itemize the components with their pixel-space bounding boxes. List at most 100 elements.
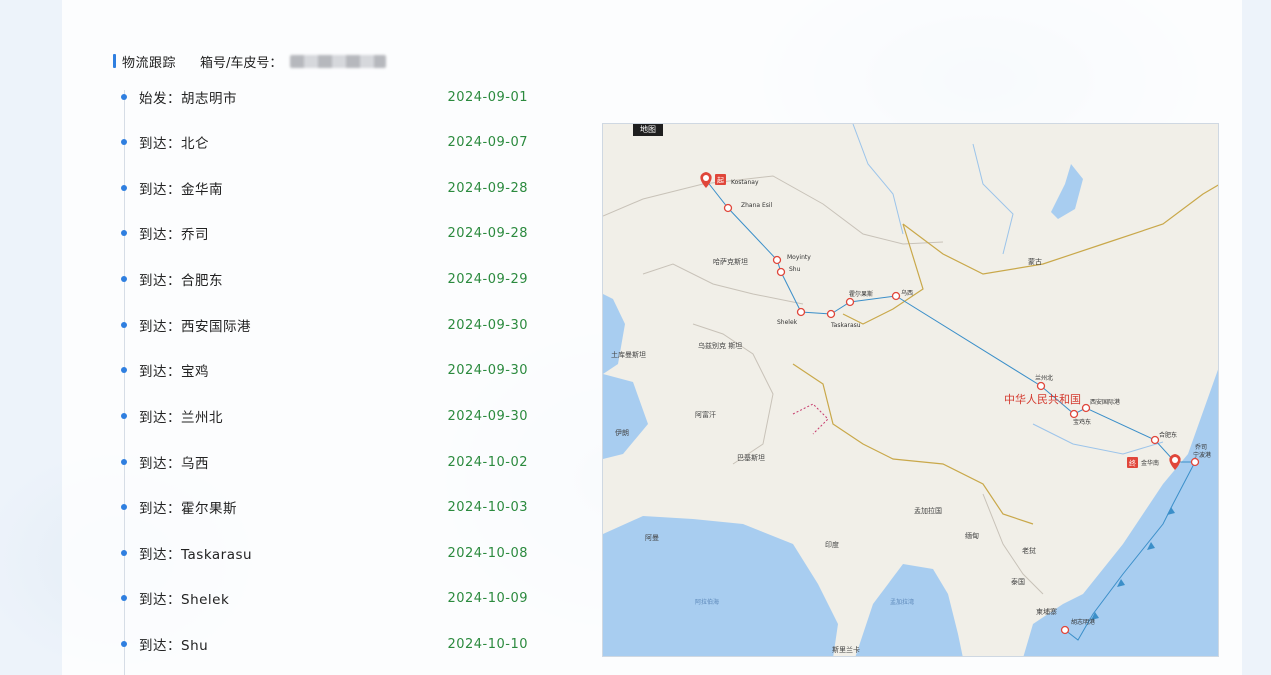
station-hefei[interactable] (1150, 435, 1160, 445)
label-iran: 伊朗 (615, 428, 629, 437)
label-bangladesh: 孟加拉国 (914, 506, 942, 515)
label-lanzhou: 兰州北 (1035, 374, 1053, 382)
label-thailand: 泰国 (1011, 577, 1025, 586)
timeline-date: 2024-09-07 (447, 134, 528, 150)
label-oman: 阿曼 (645, 533, 659, 542)
route-map-svg: 起 终 Kostanay Zhana Esil Moyinty Shu Shel… (603, 124, 1218, 656)
timeline-dot (121, 139, 127, 145)
header-accent-bar (113, 54, 116, 68)
timeline-date: 2024-09-30 (447, 408, 528, 424)
label-myanmar: 缅甸 (965, 531, 979, 540)
timeline-date: 2024-10-03 (447, 499, 528, 515)
timeline-date: 2024-10-09 (447, 590, 528, 606)
timeline-label: 到达：合肥东 (139, 273, 223, 289)
label-wuxi: 乌西 (901, 289, 913, 297)
timeline-dot (121, 413, 127, 419)
tracking-header: 物流跟踪 箱号/车皮号： (113, 51, 387, 71)
timeline-label: 到达：金华南 (139, 182, 223, 198)
timeline-dot (121, 504, 127, 510)
timeline-dot (121, 367, 127, 373)
timeline-label: 始发：胡志明市 (139, 91, 237, 107)
origin-tag: 起 (717, 177, 724, 185)
pin-dot (703, 175, 709, 181)
station-shu[interactable] (776, 267, 786, 277)
station-zhana-esil[interactable] (723, 203, 733, 213)
timeline-date: 2024-10-02 (447, 454, 528, 470)
timeline-label: 到达：北仑 (139, 136, 209, 152)
label-qiaosi: 乔司 (1195, 444, 1207, 451)
timeline-date: 2024-09-01 (447, 89, 528, 105)
timeline-label: 到达：乌西 (139, 456, 209, 472)
timeline-date: 2024-09-28 (447, 180, 528, 196)
label-hefei: 合肥东 (1159, 431, 1177, 439)
dest-tag: 终 (1129, 459, 1136, 468)
station-shelek[interactable] (796, 307, 806, 317)
label-bay-of-bengal: 孟加拉湾 (890, 598, 914, 606)
label-pakistan: 巴基斯坦 (737, 453, 765, 462)
timeline-label: 到达：Shu (139, 638, 209, 654)
timeline-label: 到达：兰州北 (139, 410, 223, 426)
timeline-label: 到达：Taskarasu (139, 547, 253, 563)
label-srilanka: 斯里兰卡 (832, 645, 860, 654)
label-mongolia: 蒙古 (1028, 257, 1042, 266)
label-afghanistan: 阿富汗 (695, 410, 716, 419)
station-baoji[interactable] (1069, 409, 1079, 419)
station-taskarasu[interactable] (826, 309, 836, 319)
timeline-dot (121, 185, 127, 191)
timeline-date: 2024-10-10 (447, 636, 528, 652)
label-shu: Shu (789, 266, 801, 273)
timeline-dot (121, 276, 127, 282)
timeline-item: 到达：乌西 2024-10-02 (113, 451, 533, 473)
timeline-dot (121, 322, 127, 328)
station-wuxi[interactable] (891, 291, 901, 301)
label-ningbo: 宁波港 (1193, 451, 1211, 459)
timeline-dot (121, 550, 127, 556)
label-hcm: 胡志明港 (1071, 618, 1095, 626)
timeline-item: 到达：霍尔果斯 2024-10-03 (113, 496, 533, 518)
station-moyinty[interactable] (772, 255, 782, 265)
timeline-item: 到达：合肥东 2024-09-29 (113, 268, 533, 290)
box-number-label: 箱号/车皮号： (200, 55, 283, 71)
timeline-label: 到达：乔司 (139, 227, 209, 243)
label-arabian-sea: 阿拉伯海 (695, 598, 719, 606)
label-cambodia: 柬埔寨 (1036, 607, 1057, 616)
timeline-item: 到达：Taskarasu 2024-10-08 (113, 542, 533, 564)
station-hcm[interactable] (1060, 625, 1070, 635)
station-xian[interactable] (1081, 403, 1091, 413)
label-taskarasu: Taskarasu (830, 322, 861, 329)
station-qiaosi[interactable] (1190, 457, 1200, 467)
label-baoji: 宝鸡东 (1073, 418, 1091, 426)
label-jinhua: 金华南 (1141, 459, 1159, 467)
label-uzbekistan: 乌兹别克 斯坦 (698, 341, 742, 350)
label-shelek: Shelek (777, 319, 798, 326)
label-kostanay: Kostanay (731, 179, 759, 186)
timeline-item: 到达：宝鸡 2024-09-30 (113, 359, 533, 381)
label-turkmenistan: 土库曼斯坦 (611, 350, 646, 359)
label-moyinty: Moyinty (787, 254, 811, 261)
timeline-dot (121, 459, 127, 465)
map-type-badge[interactable]: 地图 (633, 124, 663, 136)
station-horgos[interactable] (845, 297, 855, 307)
label-horgos: 霍尔果斯 (849, 290, 873, 298)
label-xian: 西安国际港 (1090, 398, 1120, 406)
timeline-label: 到达：西安国际港 (139, 319, 251, 335)
label-china: 中华人民共和国 (1004, 392, 1081, 406)
timeline-date: 2024-09-30 (447, 362, 528, 378)
label-laos: 老挝 (1022, 546, 1036, 555)
label-india: 印度 (825, 540, 839, 549)
timeline-dot (121, 94, 127, 100)
timeline-label: 到达：Shelek (139, 592, 230, 608)
timeline-label: 到达：宝鸡 (139, 364, 209, 380)
label-kazakhstan: 哈萨克斯坦 (713, 257, 748, 266)
timeline-item: 到达：Shu 2024-10-10 (113, 633, 533, 655)
timeline-label: 到达：霍尔果斯 (139, 501, 237, 517)
timeline-item: 到达：兰州北 2024-09-30 (113, 405, 533, 427)
timeline-date: 2024-10-08 (447, 545, 528, 561)
timeline-dot (121, 230, 127, 236)
tracking-title: 物流跟踪 (122, 55, 177, 71)
route-map[interactable]: 起 终 Kostanay Zhana Esil Moyinty Shu Shel… (602, 123, 1219, 657)
timeline-date: 2024-09-30 (447, 317, 528, 333)
timeline-item: 到达：西安国际港 2024-09-30 (113, 314, 533, 336)
station-lanzhou[interactable] (1036, 381, 1046, 391)
timeline-item: 到达：北仑 2024-09-07 (113, 131, 533, 153)
